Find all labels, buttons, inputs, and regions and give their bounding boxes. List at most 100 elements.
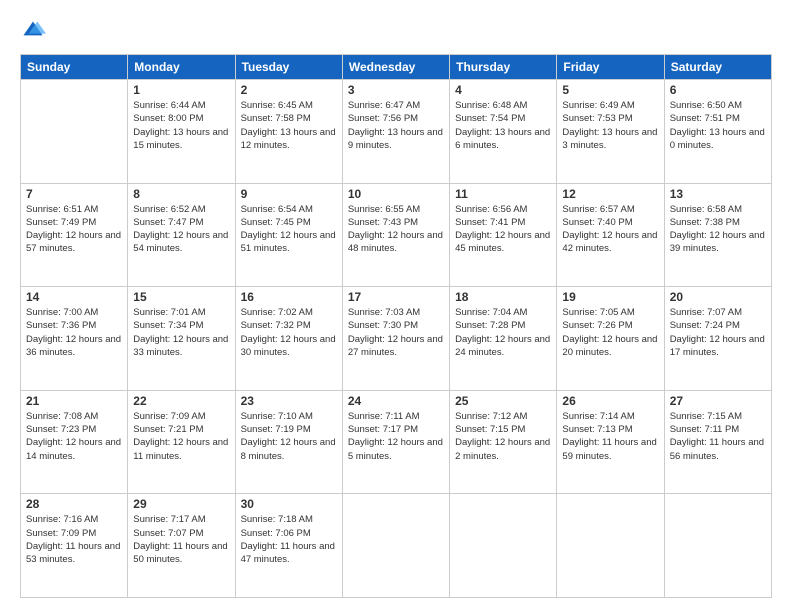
day-number: 18: [455, 290, 551, 304]
day-cell: 25Sunrise: 7:12 AM Sunset: 7:15 PM Dayli…: [450, 390, 557, 494]
weekday-sunday: Sunday: [21, 55, 128, 80]
day-cell: 21Sunrise: 7:08 AM Sunset: 7:23 PM Dayli…: [21, 390, 128, 494]
day-cell: [450, 494, 557, 598]
day-info: Sunrise: 7:07 AM Sunset: 7:24 PM Dayligh…: [670, 306, 766, 359]
day-cell: 20 Sunrise: 7:07 AM Sunset: 7:24 PM Dayli…: [664, 287, 771, 391]
day-number: 16: [241, 290, 337, 304]
day-cell: 14Sunrise: 7:00 AM Sunset: 7:36 PM Dayli…: [21, 287, 128, 391]
day-number: 29: [133, 497, 229, 511]
day-info: Sunrise: 7:00 AM Sunset: 7:36 PM Dayligh…: [26, 306, 122, 359]
day-info: Sunrise: 7:03 AM Sunset: 7:30 PM Dayligh…: [348, 306, 444, 359]
day-cell: 3Sunrise: 6:47 AM Sunset: 7:56 PM Daylig…: [342, 80, 449, 184]
day-cell: 18 Sunrise: 7:04 AM Sunset: 7:28 PM Dayli…: [450, 287, 557, 391]
day-number: 15: [133, 290, 229, 304]
day-number: 20: [670, 290, 766, 304]
day-info: Sunrise: 7:02 AM Sunset: 7:32 PM Dayligh…: [241, 306, 337, 359]
day-cell: [21, 80, 128, 184]
day-cell: 11 Sunrise: 6:56 AM Sunset: 7:41 PM Dayli…: [450, 183, 557, 287]
day-cell: 16 Sunrise: 7:02 AM Sunset: 7:32 PM Dayli…: [235, 287, 342, 391]
day-info: Sunrise: 6:51 AM Sunset: 7:49 PM Dayligh…: [26, 203, 122, 256]
weekday-wednesday: Wednesday: [342, 55, 449, 80]
day-cell: 24 Sunrise: 7:11 AM Sunset: 7:17 PM Dayli…: [342, 390, 449, 494]
calendar: SundayMondayTuesdayWednesdayThursdayFrid…: [20, 54, 772, 598]
day-cell: 6 Sunrise: 6:50 AM Sunset: 7:51 PM Daylig…: [664, 80, 771, 184]
day-cell: 29 Sunrise: 7:17 AM Sunset: 7:07 PM Dayli…: [128, 494, 235, 598]
day-number: 11: [455, 187, 551, 201]
day-info: Sunrise: 7:14 AM Sunset: 7:13 PM Dayligh…: [562, 410, 658, 463]
day-number: 26: [562, 394, 658, 408]
day-info: Sunrise: 7:17 AM Sunset: 7:07 PM Dayligh…: [133, 513, 229, 566]
day-cell: 5 Sunrise: 6:49 AM Sunset: 7:53 PM Daylig…: [557, 80, 664, 184]
day-cell: 10 Sunrise: 6:55 AM Sunset: 7:43 PM Dayli…: [342, 183, 449, 287]
day-number: 9: [241, 187, 337, 201]
day-info: Sunrise: 6:50 AM Sunset: 7:51 PM Dayligh…: [670, 99, 766, 152]
day-cell: 15 Sunrise: 7:01 AM Sunset: 7:34 PM Dayli…: [128, 287, 235, 391]
day-cell: 2Sunrise: 6:45 AM Sunset: 7:58 PM Daylig…: [235, 80, 342, 184]
weekday-monday: Monday: [128, 55, 235, 80]
day-cell: [342, 494, 449, 598]
day-cell: 4 Sunrise: 6:48 AM Sunset: 7:54 PM Daylig…: [450, 80, 557, 184]
day-info: Sunrise: 6:49 AM Sunset: 7:53 PM Dayligh…: [562, 99, 658, 152]
day-cell: 23 Sunrise: 7:10 AM Sunset: 7:19 PM Dayli…: [235, 390, 342, 494]
day-info: Sunrise: 7:05 AM Sunset: 7:26 PM Dayligh…: [562, 306, 658, 359]
day-cell: 27 Sunrise: 7:15 AM Sunset: 7:11 PM Dayli…: [664, 390, 771, 494]
day-cell: 17 Sunrise: 7:03 AM Sunset: 7:30 PM Dayli…: [342, 287, 449, 391]
day-cell: 1 Sunrise: 6:44 AM Sunset: 8:00 PM Daylig…: [128, 80, 235, 184]
day-number: 13: [670, 187, 766, 201]
day-info: Sunrise: 6:47 AM Sunset: 7:56 PM Dayligh…: [348, 99, 444, 152]
day-number: 30: [241, 497, 337, 511]
day-cell: 22Sunrise: 7:09 AM Sunset: 7:21 PM Dayli…: [128, 390, 235, 494]
day-info: Sunrise: 7:15 AM Sunset: 7:11 PM Dayligh…: [670, 410, 766, 463]
page: SundayMondayTuesdayWednesdayThursdayFrid…: [0, 0, 792, 612]
day-cell: 9 Sunrise: 6:54 AM Sunset: 7:45 PM Daylig…: [235, 183, 342, 287]
day-cell: 13 Sunrise: 6:58 AM Sunset: 7:38 PM Dayli…: [664, 183, 771, 287]
day-info: Sunrise: 6:54 AM Sunset: 7:45 PM Dayligh…: [241, 203, 337, 256]
day-info: Sunrise: 7:10 AM Sunset: 7:19 PM Dayligh…: [241, 410, 337, 463]
day-info: Sunrise: 7:04 AM Sunset: 7:28 PM Dayligh…: [455, 306, 551, 359]
day-info: Sunrise: 6:52 AM Sunset: 7:47 PM Dayligh…: [133, 203, 229, 256]
day-info: Sunrise: 7:12 AM Sunset: 7:15 PM Dayligh…: [455, 410, 551, 463]
day-info: Sunrise: 7:18 AM Sunset: 7:06 PM Dayligh…: [241, 513, 337, 566]
day-number: 5: [562, 83, 658, 97]
day-info: Sunrise: 6:58 AM Sunset: 7:38 PM Dayligh…: [670, 203, 766, 256]
day-number: 10: [348, 187, 444, 201]
day-info: Sunrise: 7:11 AM Sunset: 7:17 PM Dayligh…: [348, 410, 444, 463]
day-cell: 28Sunrise: 7:16 AM Sunset: 7:09 PM Dayli…: [21, 494, 128, 598]
day-info: Sunrise: 6:45 AM Sunset: 7:58 PM Dayligh…: [241, 99, 337, 152]
day-number: 17: [348, 290, 444, 304]
week-row-2: 14Sunrise: 7:00 AM Sunset: 7:36 PM Dayli…: [21, 287, 772, 391]
day-number: 1: [133, 83, 229, 97]
weekday-header-row: SundayMondayTuesdayWednesdayThursdayFrid…: [21, 55, 772, 80]
week-row-0: 1 Sunrise: 6:44 AM Sunset: 8:00 PM Daylig…: [21, 80, 772, 184]
day-number: 19: [562, 290, 658, 304]
logo: [20, 18, 50, 44]
logo-icon: [20, 18, 46, 44]
weekday-friday: Friday: [557, 55, 664, 80]
day-cell: 30 Sunrise: 7:18 AM Sunset: 7:06 PM Dayli…: [235, 494, 342, 598]
weekday-saturday: Saturday: [664, 55, 771, 80]
header: [20, 18, 772, 44]
day-number: 23: [241, 394, 337, 408]
day-number: 12: [562, 187, 658, 201]
day-cell: 7Sunrise: 6:51 AM Sunset: 7:49 PM Daylig…: [21, 183, 128, 287]
day-cell: 19 Sunrise: 7:05 AM Sunset: 7:26 PM Dayli…: [557, 287, 664, 391]
day-cell: 12Sunrise: 6:57 AM Sunset: 7:40 PM Dayli…: [557, 183, 664, 287]
day-info: Sunrise: 7:01 AM Sunset: 7:34 PM Dayligh…: [133, 306, 229, 359]
day-info: Sunrise: 7:16 AM Sunset: 7:09 PM Dayligh…: [26, 513, 122, 566]
week-row-3: 21Sunrise: 7:08 AM Sunset: 7:23 PM Dayli…: [21, 390, 772, 494]
day-number: 22: [133, 394, 229, 408]
day-number: 21: [26, 394, 122, 408]
day-number: 4: [455, 83, 551, 97]
day-info: Sunrise: 6:56 AM Sunset: 7:41 PM Dayligh…: [455, 203, 551, 256]
day-info: Sunrise: 6:55 AM Sunset: 7:43 PM Dayligh…: [348, 203, 444, 256]
day-number: 24: [348, 394, 444, 408]
day-info: Sunrise: 6:48 AM Sunset: 7:54 PM Dayligh…: [455, 99, 551, 152]
day-cell: [664, 494, 771, 598]
day-cell: 8 Sunrise: 6:52 AM Sunset: 7:47 PM Daylig…: [128, 183, 235, 287]
day-cell: 26 Sunrise: 7:14 AM Sunset: 7:13 PM Dayli…: [557, 390, 664, 494]
day-number: 27: [670, 394, 766, 408]
day-number: 8: [133, 187, 229, 201]
day-number: 6: [670, 83, 766, 97]
day-info: Sunrise: 6:44 AM Sunset: 8:00 PM Dayligh…: [133, 99, 229, 152]
weekday-tuesday: Tuesday: [235, 55, 342, 80]
